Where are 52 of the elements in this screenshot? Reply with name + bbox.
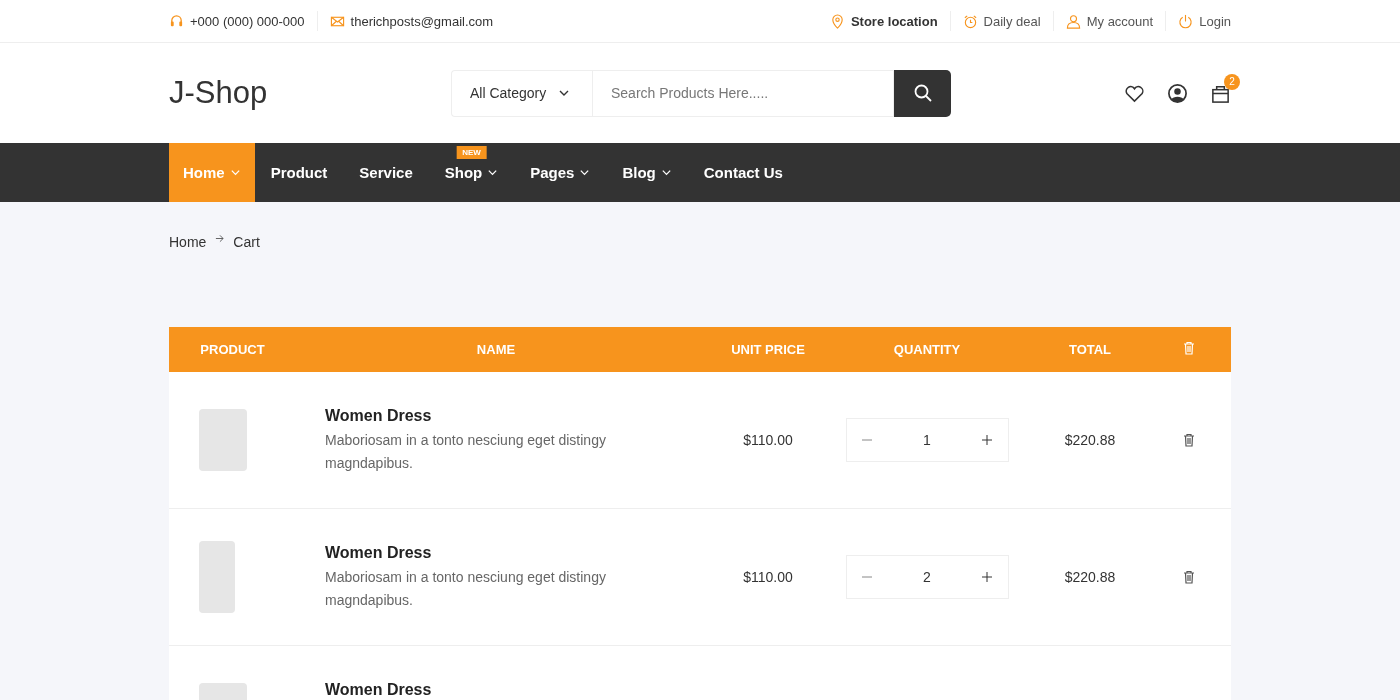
quantity-value: 2 xyxy=(923,569,931,585)
cart-count-badge: 2 xyxy=(1224,73,1240,90)
product-name[interactable]: Women Dress xyxy=(325,681,432,699)
nav-item[interactable]: Contact Us xyxy=(687,143,799,202)
row-total: $220.88 xyxy=(1064,569,1116,585)
category-dropdown[interactable]: All Category xyxy=(451,69,592,117)
unit-price: $110.00 xyxy=(743,569,793,585)
product-description: Maboriosam in a tonto nesciung eget distingy magndapibus. xyxy=(325,568,607,610)
quantity-value: 1 xyxy=(923,432,931,448)
topbar-link[interactable]: My account xyxy=(1086,13,1154,29)
breadcrumb-link[interactable]: Home xyxy=(169,234,207,250)
topbar-link[interactable]: Daily deal xyxy=(983,13,1041,29)
plus-icon[interactable] xyxy=(981,434,994,446)
topbar-link[interactable]: Login xyxy=(1199,13,1231,29)
quantity-stepper[interactable]: 2 xyxy=(845,555,1009,599)
product-photo-placeholder xyxy=(199,541,235,613)
breadcrumb-link[interactable]: Cart xyxy=(233,234,260,250)
alarm-clock-icon xyxy=(962,13,978,29)
quantity-stepper[interactable]: 1 xyxy=(845,418,1009,462)
unit-price: $110.00 xyxy=(743,432,793,448)
nav-item[interactable]: Product xyxy=(254,143,344,202)
nav-item[interactable]: Pages xyxy=(514,143,607,202)
location-pin-icon xyxy=(829,13,845,29)
product-photo-placeholder xyxy=(199,409,247,471)
search-field[interactable]: Search Products Here..... xyxy=(592,69,894,117)
column-header: NAME xyxy=(475,342,517,357)
product-name[interactable]: Women Dress xyxy=(325,407,432,425)
contact-text: therichposts@gmail.com xyxy=(350,13,494,29)
contact-text: +000 (000) 000-000 xyxy=(190,13,305,29)
column-header: PRODUCT xyxy=(199,342,266,357)
user-circle-icon[interactable] xyxy=(1167,82,1188,104)
product-name[interactable]: Women Dress xyxy=(325,544,432,562)
arrow-right-icon xyxy=(215,234,225,243)
nav-item[interactable]: Blog xyxy=(606,143,688,202)
plus-icon[interactable] xyxy=(981,571,994,583)
trash-icon[interactable] xyxy=(1182,433,1195,447)
row-total: $220.88 xyxy=(1064,432,1116,448)
headset-icon xyxy=(169,13,184,29)
shop-logo[interactable]: J-Shop xyxy=(169,75,451,111)
nav-item[interactable]: NEW Shop xyxy=(428,143,515,202)
column-header: UNIT PRICE xyxy=(730,342,806,357)
search-icon xyxy=(912,83,933,103)
new-badge: NEW xyxy=(456,146,487,159)
nav-item[interactable]: Service xyxy=(343,143,429,202)
topbar-link[interactable]: Store location xyxy=(850,13,938,29)
column-header: TOTAL xyxy=(1067,342,1113,357)
product-description: Maboriosam in a tonto nesciung eget distingy magndapibus. xyxy=(325,431,607,473)
user-icon xyxy=(1065,13,1081,29)
power-icon xyxy=(1178,13,1194,29)
column-header: QUANTITY xyxy=(892,342,962,357)
trash-icon[interactable] xyxy=(1182,570,1195,584)
search-button[interactable] xyxy=(894,69,951,117)
